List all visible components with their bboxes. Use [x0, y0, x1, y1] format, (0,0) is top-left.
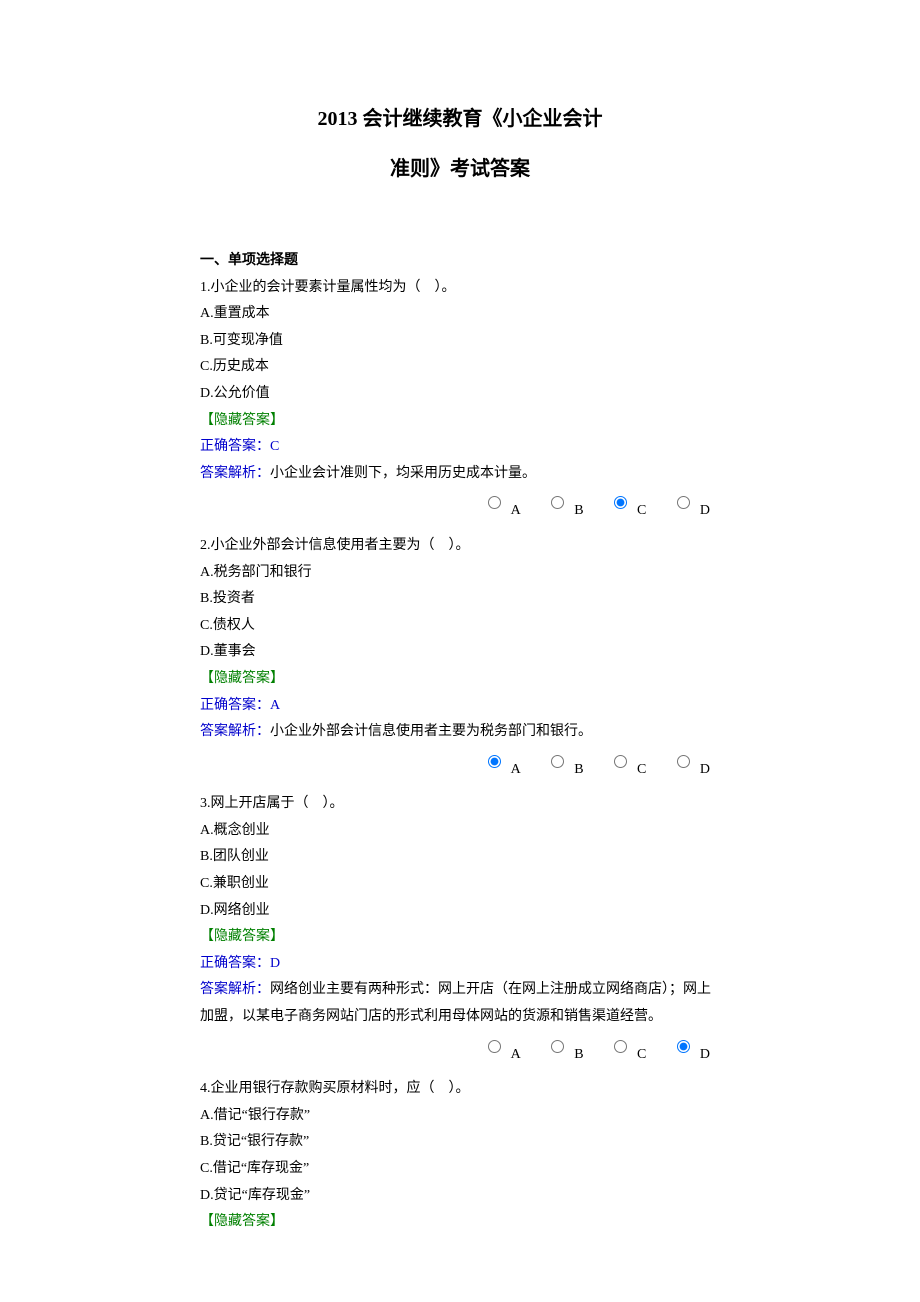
- q1-stem: 1.小企业的会计要素计量属性均为（ ）。: [200, 275, 720, 302]
- q2-radio-row: A B C D: [200, 752, 720, 784]
- q2-radio-b[interactable]: B: [546, 752, 583, 784]
- q2-radio-a[interactable]: A: [483, 752, 521, 784]
- q4-hide-answer-link[interactable]: 【隐藏答案】: [200, 1209, 720, 1236]
- q4-option-b: B.贷记“银行存款”: [200, 1129, 720, 1156]
- q3-radio-a[interactable]: A: [483, 1037, 521, 1069]
- q1-option-c: C.历史成本: [200, 354, 720, 381]
- question-3: 3.网上开店属于（ ）。 A.概念创业 B.团队创业 C.兼职创业 D.网络创业…: [200, 791, 720, 1068]
- q3-option-d: D.网络创业: [200, 898, 720, 925]
- q2-option-c: C.债权人: [200, 613, 720, 640]
- q1-correct-answer: 正确答案：C: [200, 434, 720, 461]
- q3-option-a: A.概念创业: [200, 818, 720, 845]
- q1-option-d: D.公允价值: [200, 381, 720, 408]
- q3-stem: 3.网上开店属于（ ）。: [200, 791, 720, 818]
- page-title-line2: 准则》考试答案: [200, 150, 720, 188]
- q3-hide-answer-link[interactable]: 【隐藏答案】: [200, 924, 720, 951]
- question-1: 1.小企业的会计要素计量属性均为（ ）。 A.重置成本 B.可变现净值 C.历史…: [200, 275, 720, 525]
- q1-option-a: A.重置成本: [200, 301, 720, 328]
- q2-analysis: 答案解析：小企业外部会计信息使用者主要为税务部门和银行。: [200, 719, 720, 746]
- q3-radio-row: A B C D: [200, 1037, 720, 1069]
- q3-radio-d[interactable]: D: [672, 1037, 710, 1069]
- q2-option-d: D.董事会: [200, 639, 720, 666]
- q2-hide-answer-link[interactable]: 【隐藏答案】: [200, 666, 720, 693]
- q1-radio-row: A B C D: [200, 493, 720, 525]
- section-header: 一、单项选择题: [200, 248, 720, 275]
- q1-radio-c[interactable]: C: [609, 493, 646, 525]
- q2-option-b: B.投资者: [200, 586, 720, 613]
- q1-analysis: 答案解析：小企业会计准则下，均采用历史成本计量。: [200, 461, 720, 488]
- q3-radio-b[interactable]: B: [546, 1037, 583, 1069]
- question-2: 2.小企业外部会计信息使用者主要为（ ）。 A.税务部门和银行 B.投资者 C.…: [200, 533, 720, 783]
- q2-option-a: A.税务部门和银行: [200, 560, 720, 587]
- q3-correct-answer: 正确答案：D: [200, 951, 720, 978]
- q2-radio-c[interactable]: C: [609, 752, 646, 784]
- q4-stem: 4.企业用银行存款购买原材料时，应（ ）。: [200, 1076, 720, 1103]
- q3-option-b: B.团队创业: [200, 844, 720, 871]
- q2-radio-d[interactable]: D: [672, 752, 710, 784]
- q3-radio-c[interactable]: C: [609, 1037, 646, 1069]
- q3-analysis: 答案解析：网络创业主要有两种形式：网上开店（在网上注册成立网络商店）；网上加盟，…: [200, 977, 720, 1030]
- q2-correct-answer: 正确答案：A: [200, 693, 720, 720]
- q4-option-c: C.借记“库存现金”: [200, 1156, 720, 1183]
- question-4: 4.企业用银行存款购买原材料时，应（ ）。 A.借记“银行存款” B.贷记“银行…: [200, 1076, 720, 1236]
- q1-option-b: B.可变现净值: [200, 328, 720, 355]
- q1-radio-a[interactable]: A: [483, 493, 521, 525]
- q4-option-a: A.借记“银行存款”: [200, 1103, 720, 1130]
- q1-radio-d[interactable]: D: [672, 493, 710, 525]
- page-title-line1: 2013 会计继续教育《小企业会计: [200, 100, 720, 138]
- q2-stem: 2.小企业外部会计信息使用者主要为（ ）。: [200, 533, 720, 560]
- q3-option-c: C.兼职创业: [200, 871, 720, 898]
- q1-hide-answer-link[interactable]: 【隐藏答案】: [200, 408, 720, 435]
- q4-option-d: D.贷记“库存现金”: [200, 1183, 720, 1210]
- q1-radio-b[interactable]: B: [546, 493, 583, 525]
